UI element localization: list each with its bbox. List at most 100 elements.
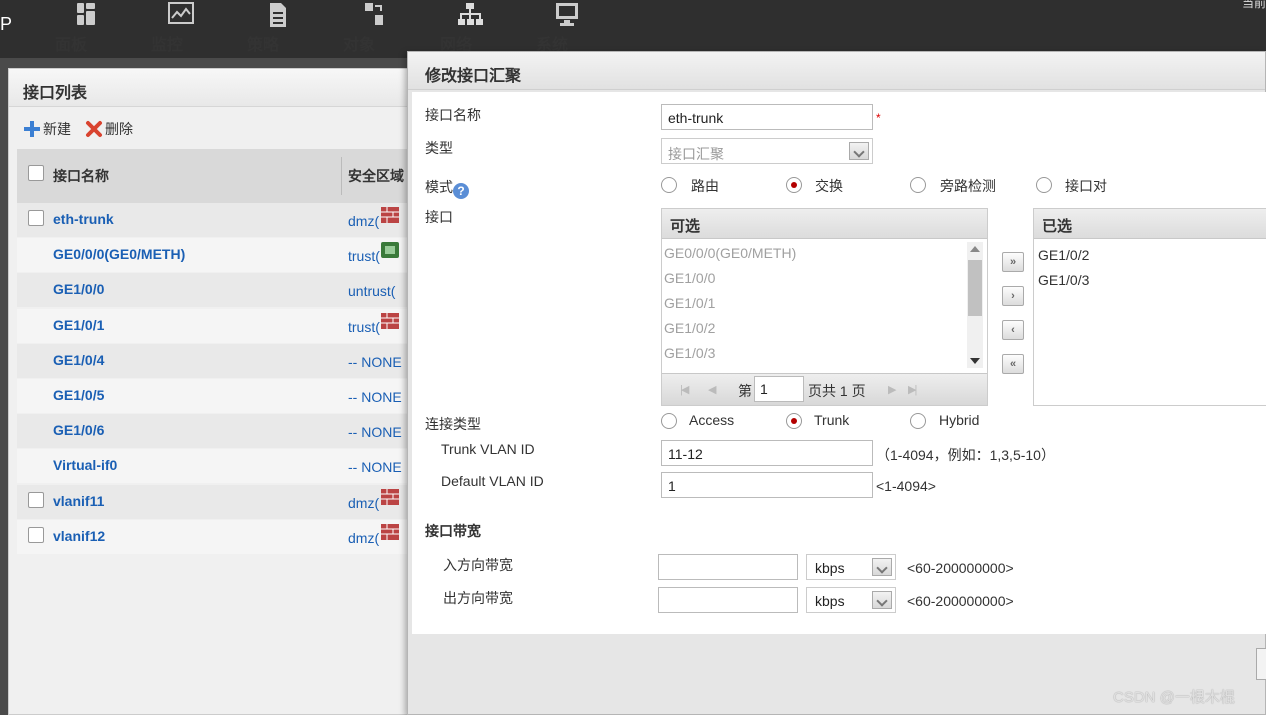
link-type-label: 连接类型 bbox=[425, 416, 481, 432]
interface-name-link[interactable]: vlanif11 bbox=[53, 493, 104, 509]
interface-name-link[interactable]: GE0/0/0(GE0/METH) bbox=[53, 246, 185, 262]
prev-page-icon[interactable]: ◀ bbox=[708, 383, 717, 396]
column-header-zone[interactable]: 安全区域 bbox=[348, 166, 404, 186]
available-option[interactable]: GE1/0/0 bbox=[664, 270, 715, 286]
select-all-checkbox[interactable] bbox=[28, 165, 44, 181]
scroll-up-icon[interactable] bbox=[970, 246, 980, 252]
interface-name-link[interactable]: eth-trunk bbox=[53, 211, 114, 227]
interface-name-link[interactable]: GE1/0/6 bbox=[53, 422, 104, 438]
nav-object[interactable]: 对象 bbox=[343, 0, 403, 58]
nav-policy[interactable]: 策略 bbox=[247, 0, 307, 58]
table-row[interactable]: GE0/0/0(GE0/METH) trust( bbox=[17, 238, 409, 272]
dialog-footer-button[interactable] bbox=[1256, 648, 1266, 680]
interface-name-field[interactable]: eth-trunk bbox=[661, 104, 873, 130]
nav-system[interactable]: 系统 bbox=[536, 0, 596, 58]
first-page-icon[interactable]: |◀ bbox=[680, 383, 689, 396]
row-checkbox[interactable] bbox=[28, 492, 44, 508]
delete-button[interactable]: 删除 bbox=[85, 119, 133, 139]
link-type-radio-trunk[interactable] bbox=[786, 413, 802, 429]
zone-link[interactable]: dmz( bbox=[348, 495, 379, 511]
page-suffix: 页共 1 页 bbox=[808, 383, 866, 399]
table-row[interactable]: eth-trunk dmz( bbox=[17, 203, 409, 237]
available-option[interactable]: GE1/0/2 bbox=[664, 320, 715, 336]
zone-link[interactable]: dmz( bbox=[348, 213, 379, 229]
zone-link[interactable]: -- NONE bbox=[348, 424, 402, 440]
mode-option-pair[interactable]: 接口对 bbox=[1065, 176, 1107, 196]
table-row[interactable]: GE1/0/4 -- NONE bbox=[17, 344, 409, 378]
page-number-input[interactable]: 1 bbox=[754, 376, 804, 402]
outbound-bandwidth-field[interactable] bbox=[658, 587, 798, 613]
available-interfaces-list[interactable]: 可选 GE0/0/0(GE0/METH) GE1/0/0 GE1/0/1 GE1… bbox=[661, 208, 988, 406]
trunk-vlan-field[interactable]: 11-12 bbox=[661, 440, 873, 466]
zone-link[interactable]: untrust( bbox=[348, 283, 395, 299]
zone-link[interactable]: -- NONE bbox=[348, 354, 402, 370]
zone-link[interactable]: -- NONE bbox=[348, 459, 402, 475]
interface-name-link[interactable]: vlanif12 bbox=[53, 528, 105, 544]
default-vlan-field[interactable]: 1 bbox=[661, 472, 873, 498]
move-left-button[interactable]: ‹ bbox=[1002, 320, 1024, 340]
mode-option-route[interactable]: 路由 bbox=[691, 176, 719, 196]
row-checkbox[interactable] bbox=[28, 527, 44, 543]
selected-interfaces-list[interactable]: 已选 GE1/0/2 GE1/0/3 bbox=[1033, 208, 1266, 406]
table-row[interactable]: vlanif11 dmz( bbox=[17, 485, 409, 519]
table-row[interactable]: GE1/0/1 trust( bbox=[17, 309, 409, 343]
link-type-radio-access[interactable] bbox=[661, 413, 677, 429]
list-scrollbar[interactable] bbox=[967, 242, 983, 368]
nav-network[interactable]: 网络 bbox=[440, 0, 500, 58]
interfaces-label: 接口 bbox=[425, 209, 453, 225]
zone-link[interactable]: dmz( bbox=[348, 530, 379, 546]
table-row[interactable]: GE1/0/5 -- NONE bbox=[17, 379, 409, 413]
scroll-thumb[interactable] bbox=[968, 260, 982, 316]
available-option[interactable]: GE1/0/3 bbox=[664, 345, 715, 361]
page-prefix: 第 bbox=[738, 383, 752, 399]
move-all-right-button[interactable]: » bbox=[1002, 252, 1024, 272]
table-row[interactable]: GE1/0/6 -- NONE bbox=[17, 414, 409, 448]
link-type-option-access[interactable]: Access bbox=[689, 412, 734, 428]
selected-option[interactable]: GE1/0/2 bbox=[1038, 247, 1089, 263]
interface-name-link[interactable]: GE1/0/1 bbox=[53, 317, 104, 333]
move-right-button[interactable]: › bbox=[1002, 286, 1024, 306]
scroll-down-icon[interactable] bbox=[970, 358, 980, 364]
row-checkbox[interactable] bbox=[28, 210, 44, 226]
mode-option-switch[interactable]: 交换 bbox=[815, 176, 843, 196]
table-row[interactable]: Virtual-if0 -- NONE bbox=[17, 449, 409, 483]
table-row[interactable]: vlanif12 dmz( bbox=[17, 520, 409, 554]
available-option[interactable]: GE0/0/0(GE0/METH) bbox=[664, 245, 796, 261]
type-select: 接口汇聚 bbox=[661, 138, 873, 164]
dialog-header[interactable]: 修改接口汇聚 bbox=[408, 52, 1265, 90]
interface-name-link[interactable]: Virtual-if0 bbox=[53, 457, 117, 473]
mode-radio-switch[interactable] bbox=[786, 177, 802, 193]
available-option[interactable]: GE1/0/1 bbox=[664, 295, 715, 311]
mode-radio-route[interactable] bbox=[661, 177, 677, 193]
mode-radio-pair[interactable] bbox=[1036, 177, 1052, 193]
link-type-option-hybrid[interactable]: Hybrid bbox=[939, 412, 979, 428]
available-header-label: 可选 bbox=[670, 218, 701, 235]
last-page-icon[interactable]: ▶| bbox=[908, 383, 917, 396]
zone-link[interactable]: -- NONE bbox=[348, 389, 402, 405]
table-row[interactable]: GE1/0/0 untrust( bbox=[17, 273, 425, 307]
interface-name-link[interactable]: GE1/0/5 bbox=[53, 387, 104, 403]
zone-link[interactable]: trust( bbox=[348, 248, 380, 264]
outbound-unit-select[interactable]: kbps bbox=[806, 587, 896, 613]
required-mark: * bbox=[876, 111, 881, 125]
link-type-radio-hybrid[interactable] bbox=[910, 413, 926, 429]
inbound-unit-select[interactable]: kbps bbox=[806, 554, 896, 580]
inbound-bandwidth-label: 入方向带宽 bbox=[443, 557, 513, 573]
nav-dashboard[interactable]: 面板 bbox=[55, 0, 115, 58]
move-all-left-button[interactable]: « bbox=[1002, 354, 1024, 374]
next-page-icon[interactable]: ▶ bbox=[888, 383, 897, 396]
mode-option-bypass[interactable]: 旁路检测 bbox=[940, 176, 996, 196]
zone-link[interactable]: trust( bbox=[348, 319, 380, 335]
interface-name-link[interactable]: GE1/0/4 bbox=[53, 352, 104, 368]
link-type-option-trunk[interactable]: Trunk bbox=[814, 412, 849, 428]
new-button[interactable]: 新建 bbox=[23, 119, 71, 139]
column-header-name[interactable]: 接口名称 bbox=[53, 166, 109, 186]
inbound-bandwidth-field[interactable] bbox=[658, 554, 798, 580]
nav-monitor[interactable]: 监控 bbox=[151, 0, 211, 58]
mode-radio-bypass[interactable] bbox=[910, 177, 926, 193]
selected-option[interactable]: GE1/0/3 bbox=[1038, 272, 1089, 288]
column-divider[interactable] bbox=[341, 157, 342, 195]
interface-name-link[interactable]: GE1/0/0 bbox=[53, 281, 104, 297]
chevron-down-icon bbox=[872, 591, 892, 609]
help-icon[interactable]: ? bbox=[453, 183, 469, 199]
